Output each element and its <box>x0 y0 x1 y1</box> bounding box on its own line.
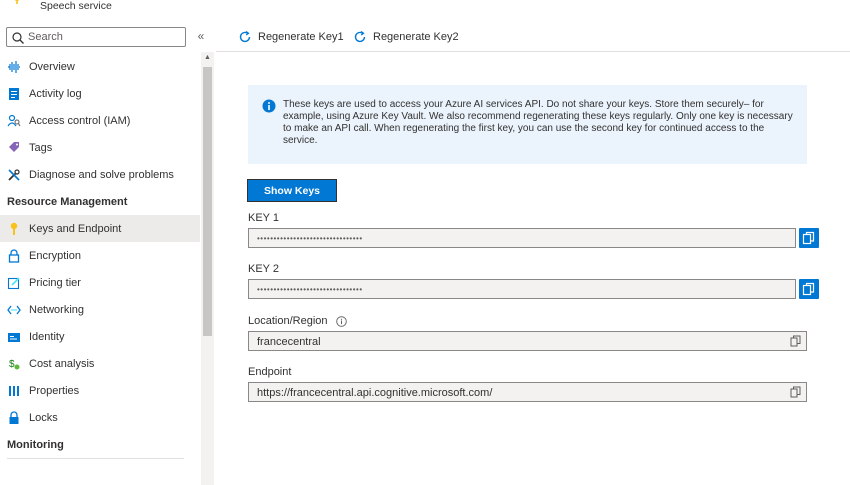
key-icon <box>7 222 21 236</box>
copy-icon[interactable] <box>790 335 802 347</box>
cost-analysis-icon: $ <box>7 357 21 371</box>
scroll-up-icon[interactable]: ▲ <box>204 54 211 61</box>
sidebar-item-label: Pricing tier <box>29 276 81 289</box>
key1-value: •••••••••••••••••••••••••••••••• <box>257 234 363 243</box>
info-icon <box>262 99 276 113</box>
networking-icon <box>7 303 21 317</box>
sidebar-item-label: Identity <box>29 330 65 343</box>
search-input[interactable] <box>28 30 178 44</box>
sidebar-item-label: Encryption <box>29 249 81 262</box>
sidebar-item-label: Activity log <box>29 87 82 100</box>
info-icon[interactable] <box>336 316 347 327</box>
sidebar-item-networking[interactable]: Networking <box>0 296 200 323</box>
key2-label: KEY 2 <box>248 263 279 275</box>
location-label: Location/Region <box>248 315 328 327</box>
service-title: Speech service <box>40 0 112 12</box>
sidebar-item-cost-analysis[interactable]: $ Cost analysis <box>0 350 200 377</box>
copy-key2-button[interactable] <box>799 279 819 299</box>
access-control-icon <box>7 114 21 128</box>
endpoint-value: https://francecentral.api.cognitive.micr… <box>257 387 493 399</box>
scrollbar-thumb[interactable] <box>203 67 212 336</box>
show-keys-button[interactable]: Show Keys <box>247 179 337 202</box>
key2-field[interactable]: •••••••••••••••••••••••••••••••• <box>248 279 796 299</box>
identity-icon <box>7 330 21 344</box>
sidebar-item-encryption[interactable]: Encryption <box>0 242 200 269</box>
endpoint-label: Endpoint <box>248 366 292 378</box>
search-icon <box>12 32 24 44</box>
edit-icon <box>7 276 21 290</box>
main-content: Regenerate Key1 Regenerate Key2 These ke… <box>216 22 850 485</box>
sidebar-item-pricing-tier[interactable]: Pricing tier <box>0 269 200 296</box>
lock-icon <box>7 248 21 263</box>
sidebar-item-label: Overview <box>29 60 75 73</box>
refresh-icon <box>239 30 251 43</box>
sidebar-scrollbar[interactable]: ▲ <box>201 52 214 485</box>
sidebar-item-access-control[interactable]: Access control (IAM) <box>0 107 200 134</box>
sidebar-item-keys-and-endpoint[interactable]: Keys and Endpoint <box>0 215 200 242</box>
title-bar: Speech service <box>0 0 850 14</box>
key1-field[interactable]: •••••••••••••••••••••••••••••••• <box>248 228 796 248</box>
sidebar-item-diagnose[interactable]: Diagnose and solve problems <box>0 161 200 188</box>
sidebar-item-properties[interactable]: Properties <box>0 377 200 404</box>
search-box[interactable] <box>6 27 186 47</box>
regenerate-key2-button[interactable]: Regenerate Key2 <box>353 29 459 45</box>
key2-value: •••••••••••••••••••••••••••••••• <box>257 285 363 294</box>
copy-icon <box>802 282 815 296</box>
svg-text:$: $ <box>9 359 15 370</box>
properties-icon <box>7 384 21 398</box>
sidebar-item-tags[interactable]: Tags <box>0 134 200 161</box>
sidebar-item-locks[interactable]: Locks <box>0 404 200 431</box>
section-monitoring: Monitoring <box>7 438 64 451</box>
toolbar: Regenerate Key1 Regenerate Key2 <box>216 22 850 52</box>
sidebar-item-label: Networking <box>29 303 85 316</box>
lock-icon <box>7 410 21 425</box>
section-resource-management: Resource Management <box>7 195 128 208</box>
sidebar-item-label: Locks <box>29 411 58 424</box>
sidebar-item-label: Tags <box>29 141 53 154</box>
sidebar-item-activity-log[interactable]: Activity log <box>0 80 200 107</box>
copy-key1-button[interactable] <box>799 228 819 248</box>
sidebar: « Overview Activity log Access control (… <box>0 22 215 485</box>
sidebar-item-label: Properties <box>29 384 80 397</box>
copy-icon[interactable] <box>790 386 802 398</box>
sidebar-item-label: Cost analysis <box>29 357 95 370</box>
copy-icon <box>802 231 815 245</box>
info-message: These keys are used to access your Azure… <box>283 99 793 146</box>
sidebar-item-label: Keys and Endpoint <box>29 222 122 235</box>
refresh-icon <box>354 30 366 43</box>
regenerate-key1-label: Regenerate Key1 <box>258 31 344 43</box>
location-field[interactable]: francecentral <box>248 331 807 351</box>
overview-icon <box>7 60 21 74</box>
sidebar-item-identity[interactable]: Identity <box>0 323 200 350</box>
endpoint-field[interactable]: https://francecentral.api.cognitive.micr… <box>248 382 807 402</box>
regenerate-key2-label: Regenerate Key2 <box>373 31 459 43</box>
sidebar-item-label: Diagnose and solve problems <box>29 168 174 181</box>
regenerate-key1-button[interactable]: Regenerate Key1 <box>238 29 344 45</box>
key1-label: KEY 1 <box>248 212 279 224</box>
section-divider <box>7 458 184 459</box>
sidebar-item-overview[interactable]: Overview <box>0 53 200 80</box>
key-icon <box>14 0 20 4</box>
location-value: francecentral <box>257 336 321 348</box>
sidebar-item-label: Access control (IAM) <box>29 114 131 127</box>
wrench-icon <box>7 168 21 182</box>
sidebar-nav: Overview Activity log Access control (IA… <box>0 53 200 459</box>
collapse-sidebar-button[interactable]: « <box>194 29 208 43</box>
tag-icon <box>7 141 21 155</box>
activity-log-icon <box>7 87 21 101</box>
info-banner: These keys are used to access your Azure… <box>248 85 807 164</box>
